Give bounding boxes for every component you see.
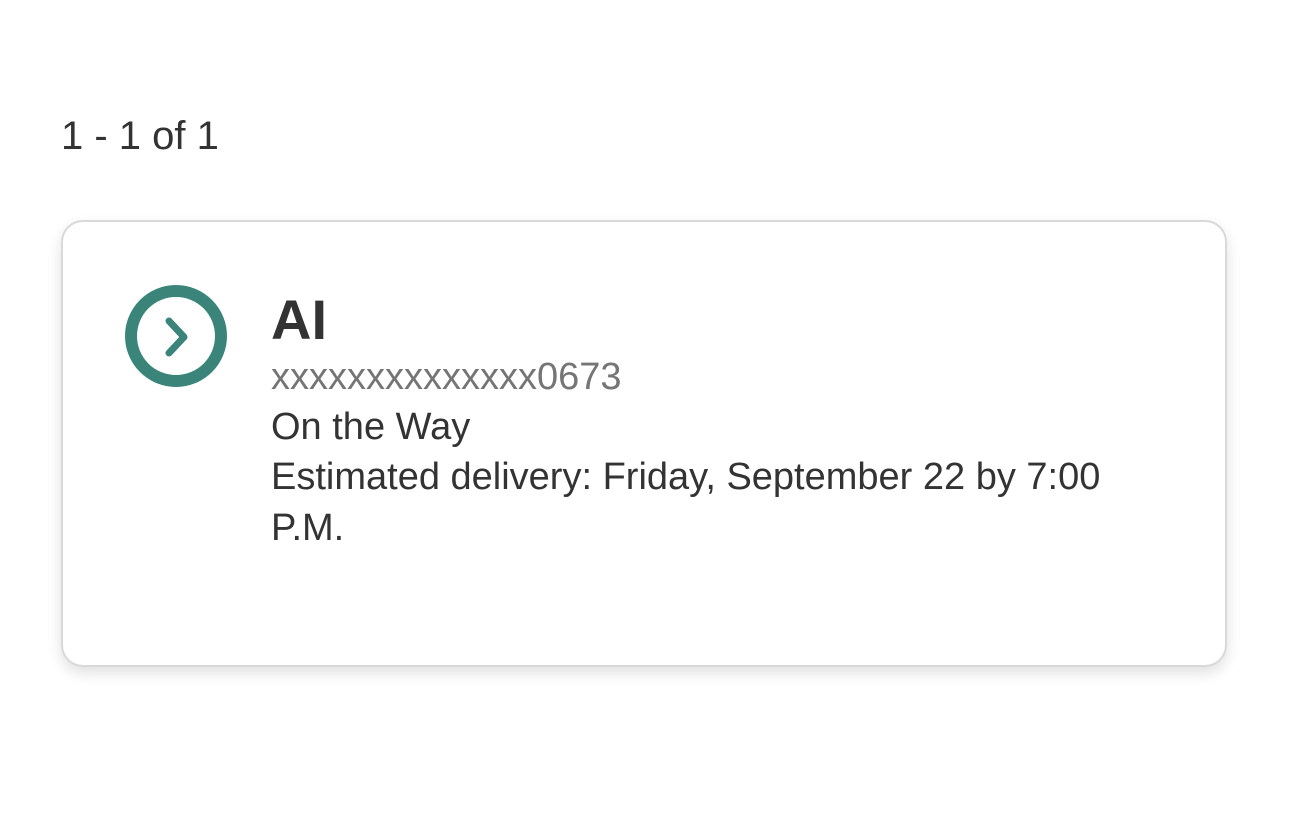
recipient-name: AI — [271, 288, 327, 351]
chevron-right-circle-icon — [124, 284, 228, 388]
estimated-delivery: Estimated delivery: Friday, September 22… — [271, 456, 1101, 549]
result-count: 1 - 1 of 1 — [61, 114, 219, 158]
shipment-card[interactable]: AI xxxxxxxxxxxxxx0673 On the Way Estimat… — [61, 220, 1227, 667]
tracking-number: xxxxxxxxxxxxxx0673 — [271, 356, 622, 398]
delivery-status: On the Way — [271, 406, 471, 448]
shipment-list-page: 1 - 1 of 1 AI xxxxxxxxxxxxxx0673 On the … — [0, 0, 1290, 815]
shipment-details: AI xxxxxxxxxxxxxx0673 On the Way Estimat… — [271, 288, 1151, 554]
